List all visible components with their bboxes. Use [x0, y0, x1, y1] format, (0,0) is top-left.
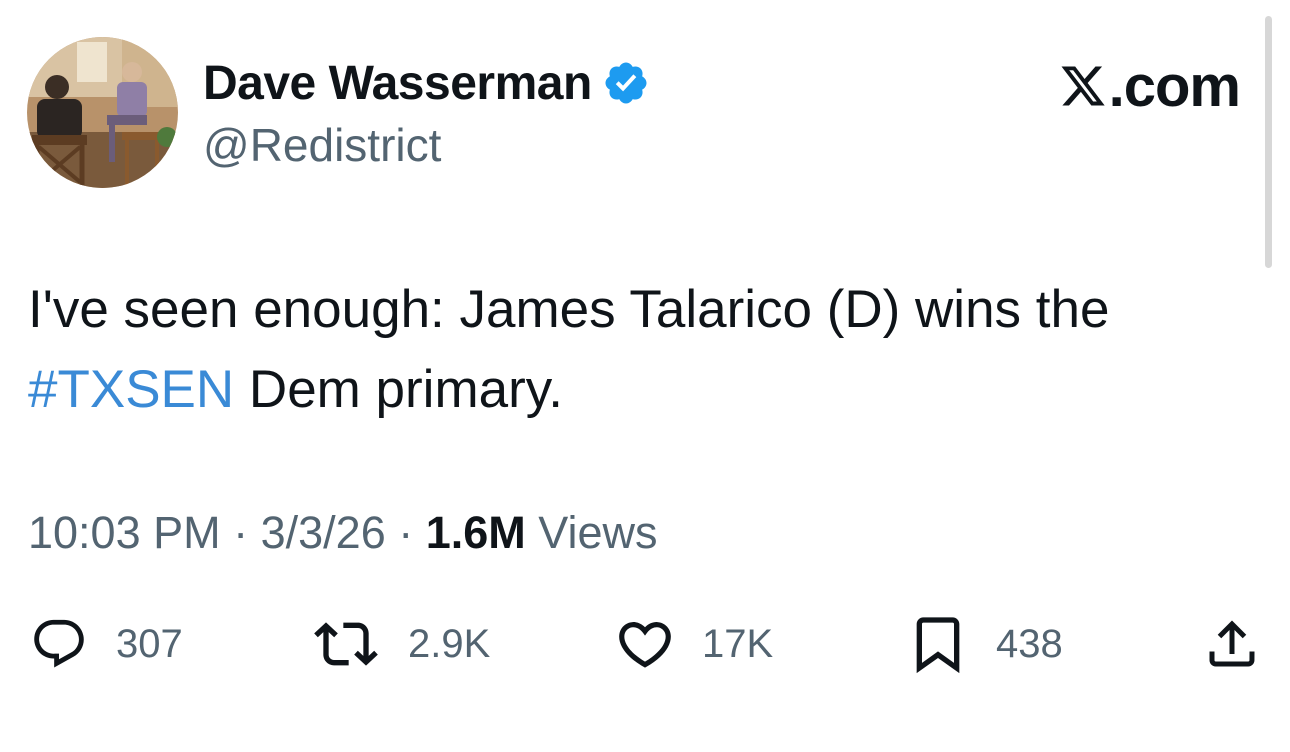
share-icon	[1209, 620, 1255, 667]
views-label: Views	[525, 507, 658, 558]
reply-count: 307	[116, 621, 183, 666]
like-button[interactable]: 17K	[614, 612, 773, 676]
meta-separator-1: ·	[220, 507, 261, 558]
x-com-brand: .com	[1059, 54, 1241, 119]
meta-separator-2: ·	[385, 507, 426, 558]
tweet-text-part2: Dem primary.	[234, 360, 564, 419]
views-count: 1.6M	[425, 507, 526, 558]
share-button[interactable]	[1202, 612, 1262, 676]
action-bar: 307 2.9K 17K 438	[0, 612, 1290, 676]
author-display-name[interactable]: Dave Wasserman	[203, 56, 592, 111]
brand-label: .com	[1108, 53, 1241, 119]
retweet-button[interactable]: 2.9K	[314, 612, 490, 676]
reply-button[interactable]: 307	[30, 612, 183, 676]
author-name-row[interactable]: Dave Wasserman	[203, 54, 650, 112]
tweet-meta: 10:03 PM · 3/3/26 · 1.6M Views	[28, 503, 658, 563]
retweet-icon	[314, 622, 378, 666]
avatar[interactable]	[27, 37, 178, 188]
hashtag-link[interactable]: #TXSEN	[28, 360, 234, 419]
author-handle[interactable]: @Redistrict	[203, 118, 441, 172]
x-logo-icon	[1061, 66, 1105, 106]
bookmark-count: 438	[996, 621, 1063, 666]
tweet-date[interactable]: 3/3/26	[261, 507, 386, 558]
reply-icon	[34, 619, 84, 668]
tweet-text: I've seen enough: James Talarico (D) win…	[28, 270, 1248, 430]
bookmark-button[interactable]: 438	[906, 612, 1063, 676]
like-count: 17K	[702, 621, 774, 666]
tweet-time[interactable]: 10:03 PM	[28, 507, 221, 558]
heart-icon	[619, 622, 671, 668]
avatar-photo	[27, 37, 178, 188]
verified-badge-icon[interactable]	[602, 59, 650, 107]
scrollbar[interactable]	[1265, 16, 1272, 268]
bookmark-icon	[916, 617, 960, 674]
tweet-text-part1: I've seen enough: James Talarico (D) win…	[28, 280, 1110, 339]
retweet-count: 2.9K	[408, 621, 491, 666]
